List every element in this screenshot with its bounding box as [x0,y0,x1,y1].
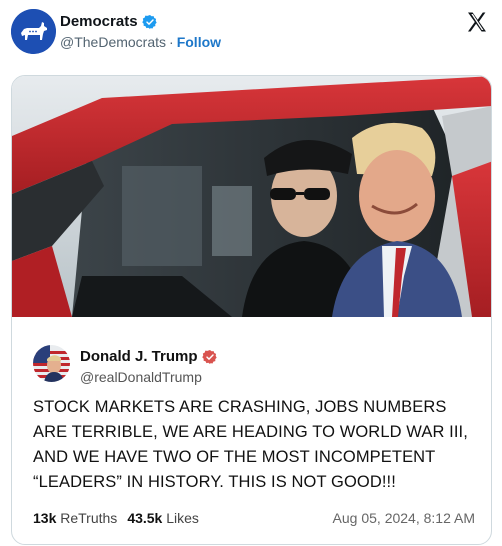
truth-post: Donald J. Trump @realDonaldTrump STOCK M… [12,317,491,544]
follow-button[interactable]: Follow [177,34,221,50]
author-name-row: Donald J. Trump [80,348,218,365]
trump-avatar[interactable] [33,345,70,382]
likes-label: Likes [166,510,199,526]
democrats-avatar[interactable] [11,9,56,54]
retruths-count: 13k [33,510,57,526]
account-name-row: Democrats [60,13,158,30]
post-timestamp[interactable]: Aug 05, 2024, 8:12 AM [333,510,475,526]
author-avatar-image [33,345,70,382]
truth-card[interactable]: Donald J. Trump @realDonaldTrump STOCK M… [11,75,492,545]
tweet-header: Democrats @TheDemocrats · Follow [0,0,502,66]
x-logo-icon[interactable] [465,10,489,34]
retruths-stat[interactable]: 13k ReTruths [33,510,117,526]
handle-follow-row: @TheDemocrats · Follow [60,34,221,50]
likes-count: 43.5k [127,510,163,526]
likes-stat[interactable]: 43.5k Likes [127,510,199,526]
retruths-label: ReTruths [60,510,118,526]
post-text: STOCK MARKETS ARE CRASHING, JOBS NUMBERS… [33,398,468,491]
post-photo[interactable] [12,76,491,317]
author-name[interactable]: Donald J. Trump [80,348,198,365]
account-name[interactable]: Democrats [60,13,138,30]
verified-badge-icon [201,349,217,364]
donkey-logo-icon [11,9,56,54]
car-photo-image [12,76,491,317]
post-stats: 13k ReTruths 43.5k Likes [33,510,199,526]
verified-badge-icon [141,14,157,29]
account-handle[interactable]: @TheDemocrats [60,34,166,50]
separator-dot: · [169,34,174,50]
author-handle[interactable]: @realDonaldTrump [80,369,202,385]
